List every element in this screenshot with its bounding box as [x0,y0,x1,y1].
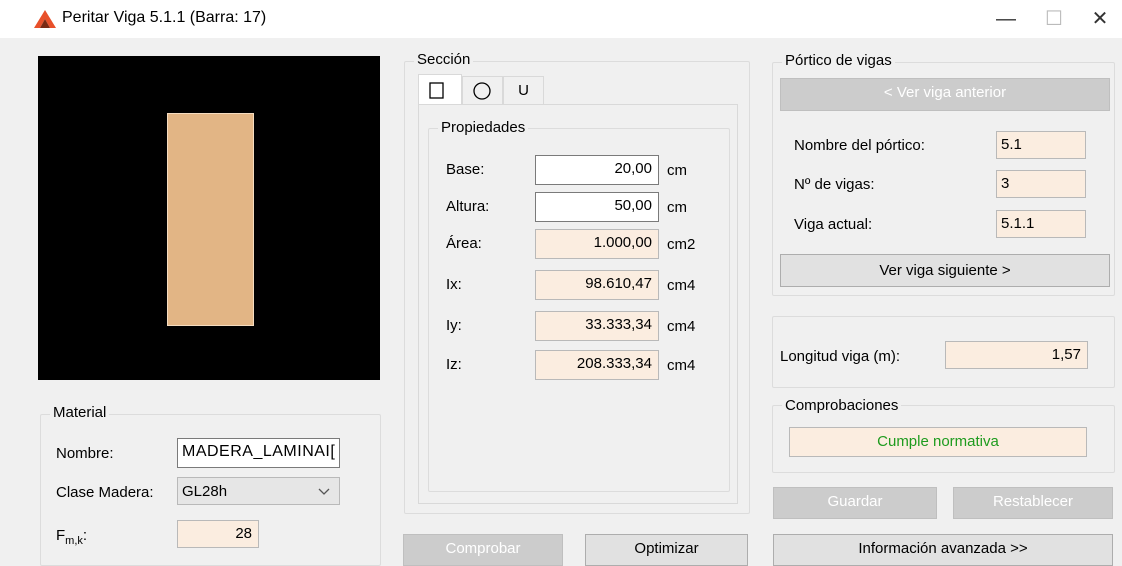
nvigas-label: Nº de vigas: [794,176,875,193]
optimizar-button[interactable]: Optimizar [585,534,748,566]
informacion-avanzada-button[interactable]: Información avanzada >> [773,534,1113,566]
prop-unit: cm2 [667,236,696,253]
window-title: Peritar Viga 5.1.1 (Barra: 17) [62,9,267,26]
prop-unit: cm4 [667,318,696,335]
fmk-label-f: F [56,527,66,544]
chevron-down-icon [318,488,330,495]
nombre-label: Nombre: [56,445,114,462]
viga-actual-label: Viga actual: [794,216,873,233]
longitud-field: 1,57 [945,341,1088,369]
prop-value-field[interactable]: 50,00 [535,192,659,222]
circle-icon [473,82,491,100]
tab-u[interactable]: U [503,76,544,104]
prop-label: Iy: [446,317,462,334]
guardar-button[interactable]: Guardar [773,487,937,519]
tab-circle[interactable] [462,76,503,104]
nombre-portico-field: 5.1 [996,131,1086,159]
prop-value-field: 1.000,00 [535,229,659,259]
prop-value-field: 208.333,34 [535,350,659,380]
prop-label: Ix: [446,276,462,293]
prop-unit: cm4 [667,277,696,294]
prop-value-field[interactable]: 20,00 [535,155,659,185]
prop-label: Área: [446,235,482,252]
tab-rectangle[interactable] [418,74,462,105]
clase-select[interactable]: GL28h [177,477,340,505]
material-name-field[interactable]: MADERA_LAMINAI[ [177,438,340,468]
minimize-button[interactable]: — [984,4,1028,34]
prop-unit: cm [667,162,687,179]
portico-group-title: Pórtico de vigas [782,52,895,69]
section-shape [167,113,254,326]
section-preview [38,56,380,380]
fmk-label-sub: m,k [65,535,83,547]
comprobar-button[interactable]: Comprobar [403,534,563,566]
nvigas-field: 3 [996,170,1086,198]
prop-unit: cm4 [667,357,696,374]
maximize-button: ☐ [1045,8,1063,30]
longitud-label: Longitud viga (m): [780,348,901,365]
restablecer-button[interactable]: Restablecer [953,487,1113,519]
prop-unit: cm [667,199,687,216]
seccion-group-title: Sección [414,51,474,68]
viga-actual-field: 5.1.1 [996,210,1086,238]
app-icon [34,10,56,28]
clase-select-value: GL28h [182,483,228,500]
prop-label: Iz: [446,356,462,373]
status-field: Cumple normativa [789,427,1087,457]
propiedades-title: Propiedades [438,119,529,136]
comprobaciones-group-title: Comprobaciones [782,397,902,414]
ver-viga-anterior-button[interactable]: < Ver viga anterior [780,78,1110,111]
prop-value-field: 33.333,34 [535,311,659,341]
prop-value-field: 98.610,47 [535,270,659,300]
rectangle-icon [429,82,444,99]
prop-label: Altura: [446,198,490,215]
clase-label: Clase Madera: [56,484,154,501]
material-group-title: Material [50,404,110,421]
fmk-field: 28 [177,520,259,548]
close-button[interactable]: ✕ [1078,4,1122,34]
fmk-label-colon: : [82,527,88,544]
fmk-label: Fm,k: [56,527,87,547]
ver-viga-siguiente-button[interactable]: Ver viga siguiente > [780,254,1110,287]
prop-label: Base: [446,161,485,178]
nombre-portico-label: Nombre del pórtico: [794,137,925,154]
